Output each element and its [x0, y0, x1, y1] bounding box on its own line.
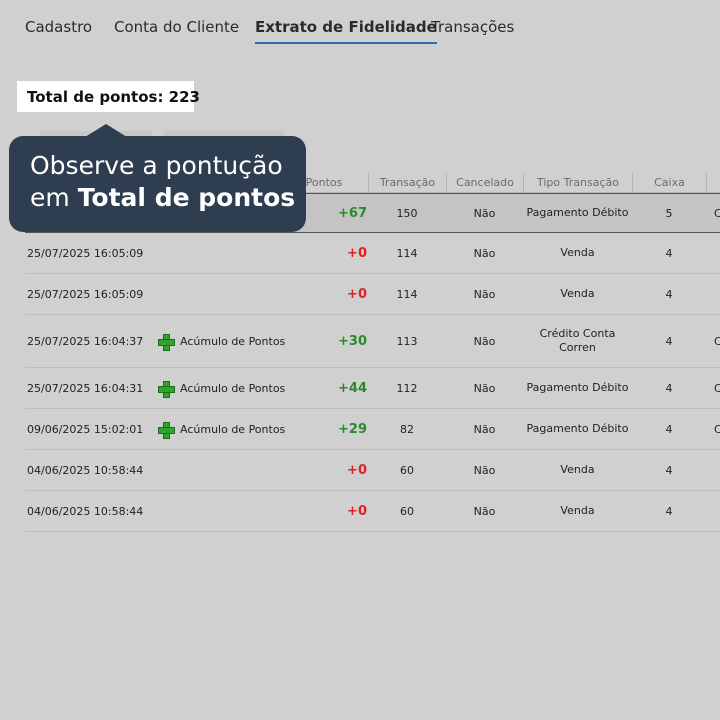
- row-points: +0: [347, 245, 367, 261]
- row-transaction-type: Venda: [560, 246, 595, 259]
- row-transaction-type: Pagamento Débito: [526, 381, 629, 394]
- row-transaction-type: Pagamento Débito: [526, 206, 629, 219]
- row-date: 09/06/2025 15:02:01: [27, 422, 144, 436]
- row-cancelled: Não: [473, 381, 496, 395]
- row-type-label: Acúmulo de Pontos: [180, 422, 286, 436]
- row-points: +30: [338, 333, 367, 349]
- header-tipo-transacao[interactable]: Tipo Transação: [523, 173, 632, 193]
- row-caixa: 4: [665, 287, 673, 301]
- row-transaction-type: Crédito Conta Corren: [539, 327, 616, 354]
- table-row[interactable]: 25/07/2025 16:05:09 +0 114 Não Venda 4: [25, 233, 720, 274]
- plus-icon: [158, 333, 175, 351]
- tooltip-line-1: Observe a pontução: [30, 151, 283, 180]
- tab-transacoes[interactable]: Transações: [431, 18, 514, 42]
- row-caixa: 5: [665, 206, 673, 220]
- row-extra: C: [714, 381, 720, 395]
- header-cancelado[interactable]: Cancelado: [446, 173, 523, 193]
- table-row[interactable]: 04/06/2025 10:58:44 +0 60 Não Venda 4: [25, 491, 720, 532]
- row-cancelled: Não: [473, 463, 496, 477]
- tab-cadastro[interactable]: Cadastro: [25, 18, 92, 42]
- row-caixa: 4: [665, 504, 673, 518]
- row-date: 25/07/2025 16:04:31: [27, 381, 144, 395]
- row-caixa: 4: [665, 422, 673, 436]
- hint-tooltip: Observe a pontução em Total de pontos: [9, 124, 306, 232]
- table-row[interactable]: 25/07/2025 16:04:31 Acúmulo de Pontos +44 1…: [25, 368, 720, 409]
- row-date: 04/06/2025 10:58:44: [27, 504, 144, 518]
- row-cancelled: Não: [473, 504, 496, 518]
- row-points: +0: [347, 462, 367, 478]
- row-cancelled: Não: [473, 422, 496, 436]
- row-transaction: 82: [400, 422, 414, 436]
- tooltip-line-2: em Total de pontos: [30, 182, 306, 214]
- header-transacao[interactable]: Transação: [368, 173, 446, 193]
- row-type: Acúmulo de Pontos: [158, 368, 285, 408]
- row-type-label: Acúmulo de Pontos: [180, 334, 286, 348]
- row-transaction-type: Venda: [560, 504, 595, 517]
- row-caixa: 4: [665, 463, 673, 477]
- tab-conta-do-cliente[interactable]: Conta do Cliente: [114, 18, 239, 42]
- plus-icon: [158, 421, 175, 439]
- row-caixa: 4: [665, 381, 673, 395]
- row-transaction: 112: [396, 381, 418, 395]
- row-transaction-type: Venda: [560, 287, 595, 300]
- table-row[interactable]: 04/06/2025 10:58:44 +0 60 Não Venda 4: [25, 450, 720, 491]
- tab-extrato-de-fidelidade[interactable]: Extrato de Fidelidade: [255, 18, 437, 44]
- row-transaction: 150: [396, 206, 418, 220]
- row-cancelled: Não: [473, 334, 496, 348]
- row-type: Acúmulo de Pontos: [158, 315, 285, 367]
- header-caixa[interactable]: Caixa: [632, 173, 706, 193]
- row-caixa: 4: [665, 334, 673, 348]
- row-date: 25/07/2025 16:05:09: [27, 246, 144, 260]
- row-date: 04/06/2025 10:58:44: [27, 463, 144, 477]
- tooltip-line-2-bold: Total de pontos: [77, 183, 296, 212]
- row-caixa: 4: [665, 246, 673, 260]
- row-transaction: 60: [400, 504, 414, 518]
- row-type: Acúmulo de Pontos: [158, 409, 285, 449]
- row-date: 25/07/2025 16:05:09: [27, 287, 144, 301]
- row-transaction-type: Pagamento Débito: [526, 422, 629, 435]
- header-extra[interactable]: [706, 173, 720, 193]
- row-points: +0: [347, 286, 367, 302]
- row-extra: C: [714, 334, 720, 348]
- table-row[interactable]: 09/06/2025 15:02:01 Acúmulo de Pontos +29 8…: [25, 409, 720, 450]
- plus-icon: [158, 380, 175, 398]
- total-points-label: Total de pontos: 223: [17, 81, 200, 112]
- row-extra: C: [714, 206, 720, 220]
- row-transaction: 114: [396, 246, 418, 260]
- table-row[interactable]: 25/07/2025 16:04:37 Acúmulo de Pontos +30 1…: [25, 315, 720, 368]
- row-date: 25/07/2025 16:04:37: [27, 334, 144, 348]
- row-transaction: 114: [396, 287, 418, 301]
- row-points: +29: [338, 421, 367, 437]
- tooltip-line-2-prefix: em: [30, 183, 78, 212]
- row-cancelled: Não: [473, 246, 496, 260]
- row-points: +0: [347, 503, 367, 519]
- row-points: +44: [338, 380, 367, 396]
- row-extra: C: [714, 422, 720, 436]
- table-body: +67 150 Não Pagamento Débito 5 C 25/07/2025 16…: [25, 193, 720, 532]
- row-transaction: 60: [400, 463, 414, 477]
- table-row[interactable]: 25/07/2025 16:05:09 +0 114 Não Venda 4: [25, 274, 720, 315]
- row-cancelled: Não: [473, 206, 496, 220]
- row-transaction-type: Venda: [560, 463, 595, 476]
- row-cancelled: Não: [473, 287, 496, 301]
- row-points: +67: [338, 205, 367, 221]
- row-type-label: Acúmulo de Pontos: [180, 381, 286, 395]
- row-transaction: 113: [396, 334, 418, 348]
